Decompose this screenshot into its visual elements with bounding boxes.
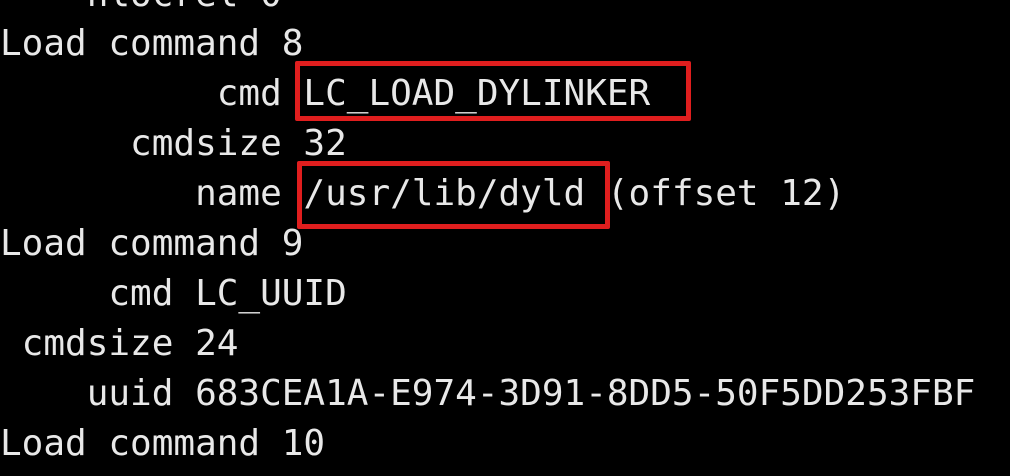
terminal-line: cmd LC_UUID bbox=[0, 273, 347, 314]
terminal-window[interactable]: nlocrel 0 Load command 8 cmd LC_LOAD_DYL… bbox=[0, 0, 1010, 476]
terminal-line: cmdsize 32 bbox=[0, 123, 347, 164]
highlight-box-dylinker bbox=[295, 61, 691, 121]
terminal-line: Load command 8 bbox=[0, 23, 304, 64]
terminal-line: Load command 10 bbox=[0, 423, 326, 464]
terminal-line: nlocrel 0 bbox=[0, 0, 282, 20]
terminal-line: Load command 9 bbox=[0, 223, 304, 264]
highlight-box-dyld-path bbox=[297, 161, 610, 229]
terminal-line: uuid 683CEA1A-E974-3D91-8DD5-50F5DD253FB… bbox=[0, 373, 976, 414]
terminal-line: cmdsize 24 bbox=[0, 323, 239, 364]
